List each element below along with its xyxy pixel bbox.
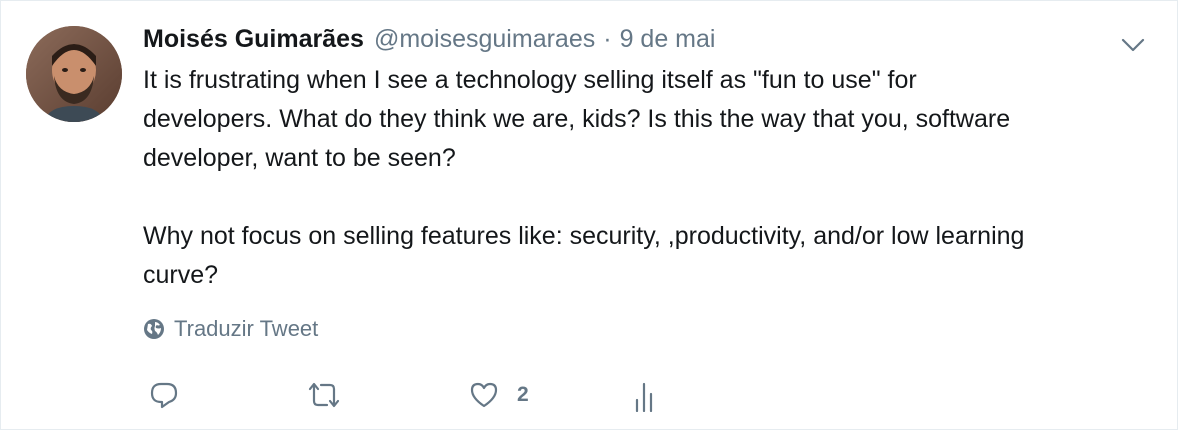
translate-tweet-link[interactable]: Traduzir Tweet [143, 316, 318, 342]
tweet-card[interactable]: Moisés Guimarães @moisesguimaraes · 9 de… [0, 0, 1178, 430]
tweet-text: It is frustrating when I see a technolog… [143, 66, 1025, 289]
separator-dot: · [603, 25, 612, 53]
reply-icon [150, 382, 178, 409]
retweet-icon [308, 382, 340, 408]
tweet-actions: 2 [143, 373, 663, 417]
avatar-photo [26, 26, 122, 122]
author-name[interactable]: Moisés Guimarães [143, 25, 364, 54]
tweet-timestamp[interactable]: 9 de mai [620, 25, 716, 54]
retweet-button[interactable] [306, 373, 342, 417]
avatar[interactable] [26, 26, 122, 122]
like-button[interactable]: 2 [469, 373, 529, 417]
translate-label: Traduzir Tweet [174, 316, 319, 341]
heart-icon [470, 382, 498, 408]
author-handle[interactable]: @moisesguimaraes [374, 25, 595, 54]
tweet-header: Moisés Guimarães @moisesguimaraes · 9 de… [143, 25, 715, 59]
globe-icon [144, 319, 164, 339]
analytics-icon [635, 382, 653, 412]
chevron-down-icon[interactable] [1119, 31, 1147, 59]
analytics-button[interactable] [633, 373, 657, 417]
reply-button[interactable] [149, 373, 179, 417]
like-count: 2 [517, 383, 529, 406]
